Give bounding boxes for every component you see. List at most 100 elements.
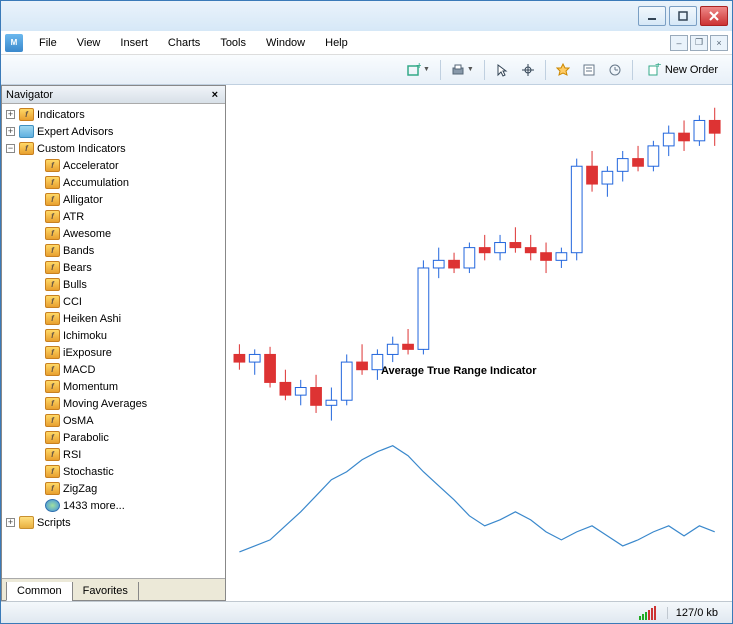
function-icon: f bbox=[45, 465, 60, 478]
function-icon: f bbox=[45, 431, 60, 444]
collapse-icon[interactable]: − bbox=[6, 144, 15, 153]
tree-item[interactable]: fHeiken Ashi bbox=[2, 310, 225, 327]
status-kb: 127/0 kb bbox=[667, 607, 726, 619]
navigator-panel: Navigator × +fIndicators+Expert Advisors… bbox=[1, 85, 226, 601]
history-button[interactable] bbox=[603, 59, 627, 81]
tree-item[interactable]: +Scripts bbox=[2, 514, 225, 531]
function-icon: f bbox=[45, 346, 60, 359]
function-icon: f bbox=[45, 210, 60, 223]
app-icon: M bbox=[5, 34, 23, 52]
tree-item[interactable]: fMoving Averages bbox=[2, 395, 225, 412]
properties-button[interactable] bbox=[577, 59, 601, 81]
expand-icon[interactable]: + bbox=[6, 518, 15, 527]
add-chart-button[interactable]: +▼ bbox=[402, 59, 435, 81]
menu-file[interactable]: File bbox=[29, 34, 67, 52]
function-icon: f bbox=[45, 244, 60, 257]
function-icon: f bbox=[19, 142, 34, 155]
expand-icon[interactable]: + bbox=[6, 110, 15, 119]
function-icon bbox=[19, 125, 34, 138]
menu-view[interactable]: View bbox=[67, 34, 111, 52]
expand-icon[interactable]: + bbox=[6, 127, 15, 136]
tree-item-label: ATR bbox=[63, 211, 84, 223]
statusbar: 127/0 kb bbox=[1, 601, 732, 623]
favorite-button[interactable] bbox=[551, 59, 575, 81]
tree-item[interactable]: fBands bbox=[2, 242, 225, 259]
function-icon: f bbox=[45, 193, 60, 206]
tree-item[interactable]: fAwesome bbox=[2, 225, 225, 242]
tree-item[interactable]: + fIndicators bbox=[2, 106, 225, 123]
function-icon: f bbox=[45, 363, 60, 376]
tree-item[interactable]: 1433 more... bbox=[2, 497, 225, 514]
tab-common[interactable]: Common bbox=[6, 582, 73, 601]
tree-item[interactable]: fMomentum bbox=[2, 378, 225, 395]
tree-item[interactable]: −fCustom Indicators bbox=[2, 140, 225, 157]
tree-item[interactable]: fOsMA bbox=[2, 412, 225, 429]
function-icon: f bbox=[45, 312, 60, 325]
mdi-close-button[interactable]: × bbox=[710, 35, 728, 51]
chart-area[interactable]: Average True Range Indicator bbox=[226, 85, 732, 601]
tab-favorites[interactable]: Favorites bbox=[72, 582, 139, 601]
svg-text:+: + bbox=[416, 63, 421, 72]
maximize-button[interactable] bbox=[669, 6, 697, 26]
tree-item-label: OsMA bbox=[63, 415, 94, 427]
tree-item[interactable]: fIchimoku bbox=[2, 327, 225, 344]
tree-item[interactable]: fBears bbox=[2, 259, 225, 276]
tree-item-label: Stochastic bbox=[63, 466, 114, 478]
function-icon: f bbox=[19, 108, 34, 121]
navigator-tree[interactable]: +fIndicators+Expert Advisors−fCustom Ind… bbox=[2, 104, 225, 578]
tree-item[interactable]: fParabolic bbox=[2, 429, 225, 446]
tree-item-label: Bulls bbox=[63, 279, 87, 291]
globe-icon bbox=[45, 499, 60, 512]
menu-tools[interactable]: Tools bbox=[210, 34, 256, 52]
tree-item-label: CCI bbox=[63, 296, 82, 308]
navigator-tabs: Common Favorites bbox=[2, 578, 225, 600]
close-button[interactable] bbox=[700, 6, 728, 26]
tree-item[interactable]: fiExposure bbox=[2, 344, 225, 361]
tree-item-label: Ichimoku bbox=[63, 330, 107, 342]
tree-item-label: Momentum bbox=[63, 381, 118, 393]
print-button[interactable]: ▼ bbox=[446, 59, 479, 81]
minimize-button[interactable] bbox=[638, 6, 666, 26]
tree-item[interactable]: fBulls bbox=[2, 276, 225, 293]
tree-item-label: RSI bbox=[63, 449, 81, 461]
menu-charts[interactable]: Charts bbox=[158, 34, 210, 52]
function-icon: f bbox=[45, 329, 60, 342]
tree-item[interactable]: fAccelerator bbox=[2, 157, 225, 174]
tree-item-label: Alligator bbox=[63, 194, 103, 206]
mdi-restore-button[interactable]: ❐ bbox=[690, 35, 708, 51]
tree-item-label: iExposure bbox=[63, 347, 112, 359]
tree-item[interactable]: fCCI bbox=[2, 293, 225, 310]
tree-item-label: Moving Averages bbox=[63, 398, 147, 410]
menu-window[interactable]: Window bbox=[256, 34, 315, 52]
tree-item[interactable]: fStochastic bbox=[2, 463, 225, 480]
function-icon: f bbox=[45, 176, 60, 189]
tree-item-label: Indicators bbox=[37, 109, 85, 121]
tree-item[interactable]: fAlligator bbox=[2, 191, 225, 208]
connection-bars-icon bbox=[639, 606, 657, 620]
menu-help[interactable]: Help bbox=[315, 34, 358, 52]
mdi-minimize-button[interactable]: – bbox=[670, 35, 688, 51]
window-titlebar bbox=[1, 1, 732, 31]
tree-item[interactable]: fATR bbox=[2, 208, 225, 225]
menu-insert[interactable]: Insert bbox=[110, 34, 158, 52]
new-order-button[interactable]: +New Order bbox=[638, 59, 727, 81]
menubar: M File View Insert Charts Tools Window H… bbox=[1, 31, 732, 55]
function-icon: f bbox=[45, 227, 60, 240]
function-icon: f bbox=[45, 159, 60, 172]
tree-item[interactable]: + Expert Advisors bbox=[2, 123, 225, 140]
tree-item[interactable]: fZigZag bbox=[2, 480, 225, 497]
tree-item-label: 1433 more... bbox=[63, 500, 125, 512]
tree-item-label: Awesome bbox=[63, 228, 111, 240]
tree-item[interactable]: fAccumulation bbox=[2, 174, 225, 191]
navigator-title: Navigator bbox=[6, 89, 53, 101]
cursor-button[interactable] bbox=[490, 59, 514, 81]
function-icon: f bbox=[45, 397, 60, 410]
tree-item-label: Parabolic bbox=[63, 432, 109, 444]
tree-item[interactable]: fRSI bbox=[2, 446, 225, 463]
tree-item-label: Custom Indicators bbox=[37, 143, 126, 155]
crosshair-button[interactable] bbox=[516, 59, 540, 81]
tree-item[interactable]: fMACD bbox=[2, 361, 225, 378]
function-icon: f bbox=[45, 295, 60, 308]
tree-item-label: Expert Advisors bbox=[37, 126, 113, 138]
navigator-close-icon[interactable]: × bbox=[209, 89, 221, 101]
